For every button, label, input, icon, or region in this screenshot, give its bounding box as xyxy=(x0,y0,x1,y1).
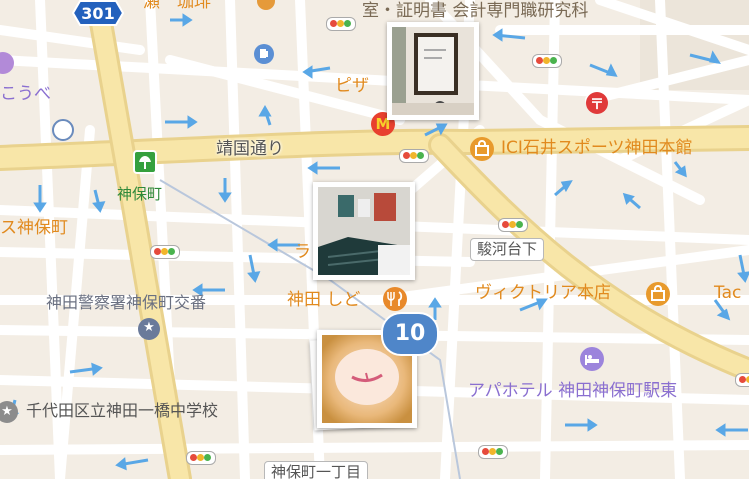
poi-label-victoria[interactable]: ヴィクトリア本店 xyxy=(475,285,611,302)
photo-thumbnail xyxy=(318,187,410,275)
traffic-light-icon xyxy=(326,17,356,31)
poi-label-certification[interactable]: 室・証明書 会計専門職研究科 xyxy=(362,3,588,20)
poi-label-coffee[interactable]: 瀬 珈琲 xyxy=(143,0,211,11)
poi-label-la[interactable]: ラ xyxy=(294,244,311,261)
traffic-light-icon xyxy=(735,373,749,387)
shopping-bag-icon-2[interactable] xyxy=(646,282,670,306)
map-view[interactable]: 301 靖国通り 駿河台下 神保町一丁目 瀬 珈琲 室・証明書 会計専門職研究科… xyxy=(0,0,749,479)
traffic-light-icon xyxy=(186,451,216,465)
poi-label-ici-ishii[interactable]: ICI石井スポーツ神田本館 xyxy=(501,140,693,157)
post-office-icon[interactable]: 〒 xyxy=(586,92,608,114)
poi-label-jimbocho-left[interactable]: ス神保町 xyxy=(0,220,68,237)
police-icon[interactable]: ★ xyxy=(138,318,160,340)
route-number: 301 xyxy=(81,4,115,23)
photo-cluster-count[interactable]: 10 xyxy=(381,312,439,356)
bank-icon[interactable] xyxy=(52,119,74,141)
poi-label-kotobe[interactable]: こうべ xyxy=(0,86,51,103)
photo-thumbnail xyxy=(392,27,474,115)
photo-pin-frame[interactable] xyxy=(387,22,479,120)
poi-label-apa-hotel[interactable]: アパホテル 神田神保町駅東 xyxy=(468,383,677,400)
photo-pin-staircase[interactable] xyxy=(313,182,415,280)
restaurant-icon[interactable] xyxy=(383,287,407,311)
traffic-light-icon xyxy=(498,218,528,232)
gas-station-icon[interactable] xyxy=(254,44,274,64)
poi-label-pizza[interactable]: ピザ xyxy=(335,78,369,95)
traffic-light-icon xyxy=(399,149,429,163)
poi-label-police-box[interactable]: 神田警察署神保町交番 xyxy=(46,295,206,311)
traffic-light-icon xyxy=(532,54,562,68)
street-sign-jimbocho-1chome: 神保町一丁目 xyxy=(264,461,369,479)
poi-label-taco[interactable]: Tac xyxy=(714,285,741,302)
street-label-yasukuni: 靖国通り xyxy=(216,139,284,159)
route-301-shield: 301 xyxy=(71,0,125,26)
poi-label-kanda-shido[interactable]: 神田 しど xyxy=(287,292,360,309)
subway-station-icon[interactable] xyxy=(133,150,157,174)
street-sign-surugadai: 駿河台下 xyxy=(470,238,545,261)
traffic-light-icon xyxy=(478,445,508,459)
hotel-icon[interactable] xyxy=(580,347,604,371)
station-label-jimbocho[interactable]: 神保町 xyxy=(117,187,162,202)
traffic-light-icon xyxy=(150,245,180,259)
poi-label-school[interactable]: 千代田区立神田一橋中学校 xyxy=(26,403,218,419)
shopping-bag-icon[interactable] xyxy=(470,137,494,161)
